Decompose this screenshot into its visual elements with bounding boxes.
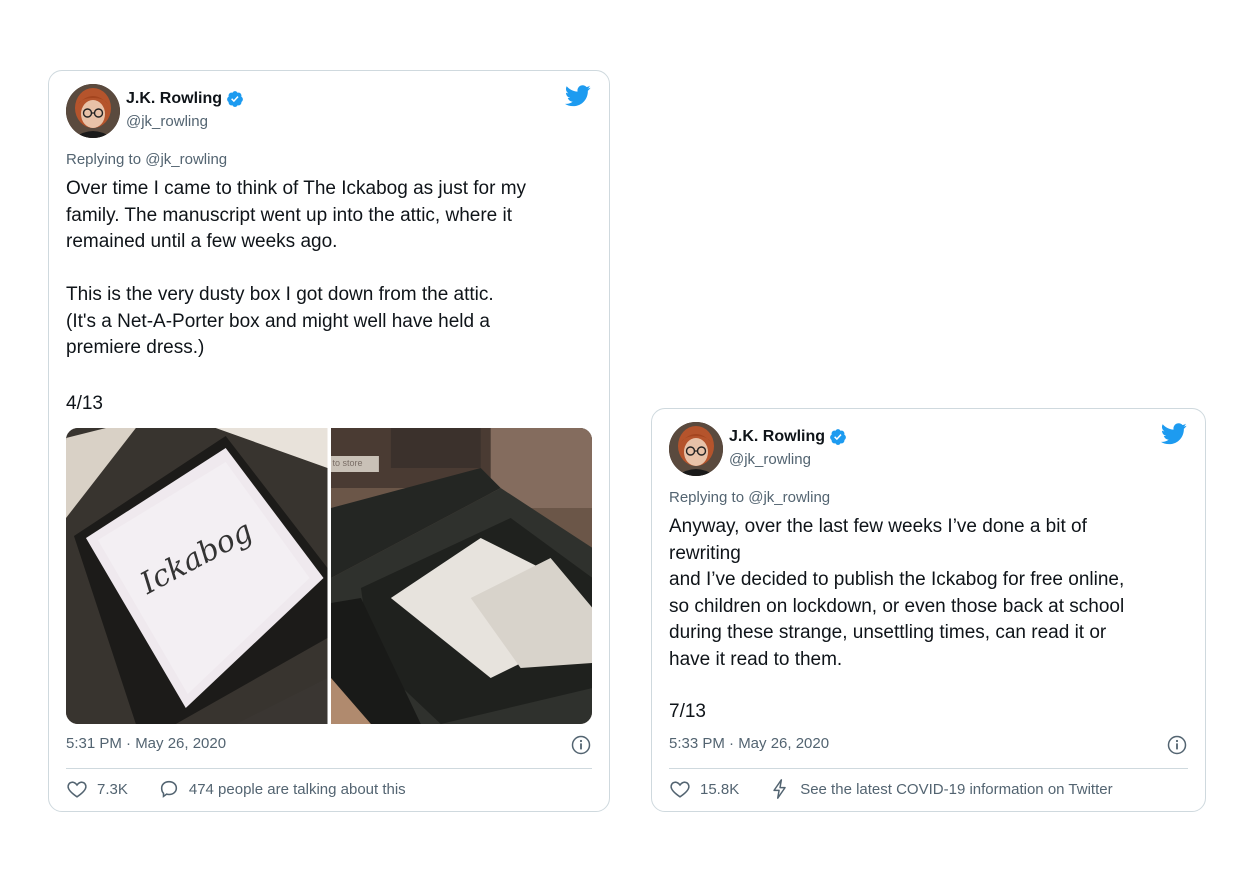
photo-dusty-box[interactable]: to store (330, 428, 592, 724)
footer-divider (66, 768, 592, 769)
thread-counter: 7/13 (669, 701, 706, 722)
photo-ickabog-note[interactable]: Ickabog (66, 428, 328, 724)
tweet-text: Anyway, over the last few weeks I’ve don… (669, 516, 1125, 670)
reply-bubble-icon[interactable] (158, 778, 180, 800)
like-count[interactable]: 7.3K (97, 781, 128, 798)
tweet-footer: 15.8K See the latest COVID-19 informatio… (669, 778, 1188, 800)
heart-icon[interactable] (66, 778, 88, 800)
tweet-media[interactable]: Ickabog to store (66, 428, 592, 724)
replying-to[interactable]: Replying to @jk_rowling (669, 489, 830, 506)
covid-info-link[interactable]: See the latest COVID-19 information on T… (800, 781, 1112, 798)
tweet-timestamp[interactable]: 5:33 PM · May 26, 2020 (669, 735, 829, 752)
author-name[interactable]: J.K. Rowling (126, 90, 244, 108)
thread-counter: 4/13 (66, 393, 103, 414)
author-handle[interactable]: @jk_rowling (729, 451, 811, 468)
replying-to[interactable]: Replying to @jk_rowling (66, 151, 227, 168)
footer-divider (669, 768, 1188, 769)
heart-icon[interactable] (669, 778, 691, 800)
tweet-footer: 7.3K 474 people are talking about this (66, 778, 592, 800)
like-count[interactable]: 15.8K (700, 781, 739, 798)
avatar[interactable] (66, 84, 120, 138)
info-icon[interactable] (571, 735, 591, 755)
author-name-text[interactable]: J.K. Rowling (126, 90, 222, 108)
twitter-bird-icon[interactable] (564, 85, 591, 107)
twitter-bird-icon[interactable] (1160, 423, 1187, 445)
tweet-card-2[interactable]: J.K. Rowling @jk_rowling Replying to @jk… (651, 408, 1206, 812)
verified-icon (226, 90, 244, 108)
tweet-text: Over time I came to think of The Ickabog… (66, 178, 527, 358)
verified-icon (829, 428, 847, 446)
tweet-card-1[interactable]: J.K. Rowling @jk_rowling Replying to @jk… (48, 70, 610, 812)
info-icon[interactable] (1167, 735, 1187, 755)
author-handle[interactable]: @jk_rowling (126, 113, 208, 130)
author-name[interactable]: J.K. Rowling (729, 428, 847, 446)
conversation-link[interactable]: 474 people are talking about this (189, 781, 406, 798)
avatar[interactable] (669, 422, 723, 476)
box-label-text: to store (332, 458, 363, 468)
tweet-timestamp[interactable]: 5:31 PM · May 26, 2020 (66, 735, 226, 752)
lightning-icon[interactable] (769, 778, 791, 800)
author-name-text[interactable]: J.K. Rowling (729, 428, 825, 446)
